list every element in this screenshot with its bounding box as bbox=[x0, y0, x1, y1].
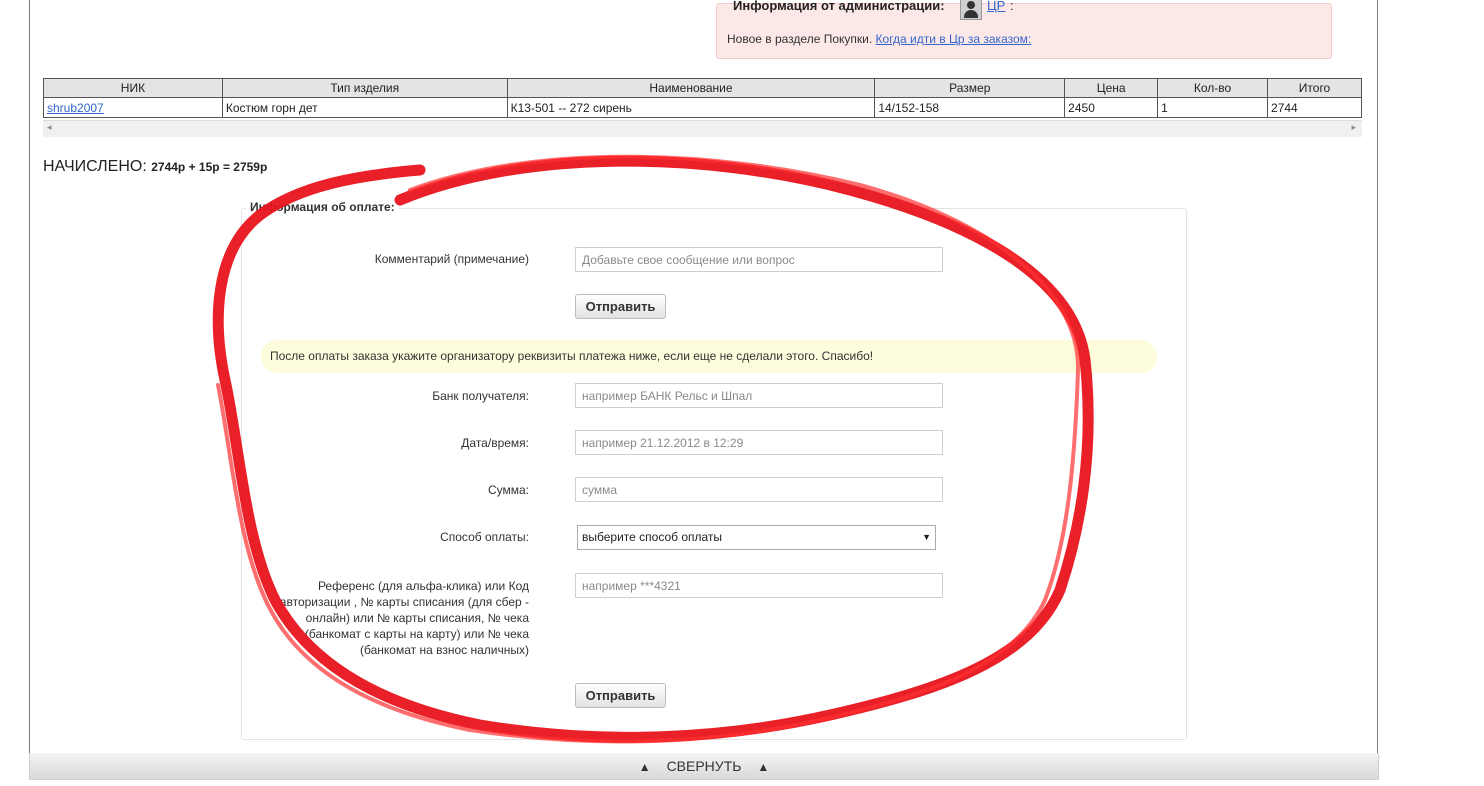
admin-link-cr[interactable]: ЦР bbox=[987, 0, 1005, 13]
date-label: Дата/время: bbox=[461, 436, 529, 450]
column-header-qty[interactable]: Кол-во bbox=[1157, 78, 1269, 98]
admin-text-plain: Новое в разделе Покупки. bbox=[727, 32, 873, 46]
column-header-type[interactable]: Тип изделия bbox=[221, 78, 508, 98]
cell-qty: 1 bbox=[1157, 97, 1269, 118]
send-payment-button[interactable]: Отправить bbox=[575, 683, 666, 708]
table-header-row: НИК Тип изделия Наименование Размер Цена… bbox=[43, 78, 1362, 98]
payment-method-select[interactable]: выберите способ оплаты ▼ bbox=[577, 525, 936, 550]
comment-label: Комментарий (примечание) bbox=[374, 252, 529, 266]
scroll-right-icon[interactable]: ▸ bbox=[1351, 122, 1356, 133]
date-input[interactable] bbox=[575, 430, 943, 455]
reference-input[interactable] bbox=[575, 573, 943, 598]
payment-legend: Информация об оплате: bbox=[246, 200, 399, 214]
bank-input[interactable] bbox=[575, 383, 943, 408]
payment-fieldset bbox=[241, 208, 1187, 740]
cell-total: 2744 bbox=[1267, 97, 1362, 118]
payment-method-value: выберите способ оплаты bbox=[582, 530, 723, 544]
bank-label: Банк получателя: bbox=[432, 389, 529, 403]
arrow-up-icon: ▲ bbox=[638, 760, 651, 774]
scroll-left-icon[interactable]: ◂ bbox=[47, 122, 52, 133]
method-label: Способ оплаты: bbox=[440, 530, 529, 544]
column-header-price[interactable]: Цена bbox=[1064, 78, 1159, 98]
admin-notice-text: Новое в разделе Покупки. Когда идти в Цр… bbox=[727, 32, 1031, 46]
admin-text-link[interactable]: Когда идти в Цр за заказом: bbox=[876, 32, 1032, 46]
chevron-down-icon: ▼ bbox=[922, 532, 931, 542]
table-row: shrub2007 Костюм горн дет К13-501 -- 272… bbox=[43, 97, 1362, 118]
cell-price: 2450 bbox=[1064, 97, 1159, 118]
admin-notice-title: Информация от администрации: bbox=[733, 0, 945, 13]
column-header-nick[interactable]: НИК bbox=[43, 78, 223, 98]
cell-size: 14/152-158 bbox=[874, 97, 1066, 118]
payment-notice: После оплаты заказа укажите организатору… bbox=[261, 340, 1157, 373]
arrow-up-icon: ▲ bbox=[757, 760, 770, 774]
total-label: НАЧИСЛЕНО: bbox=[43, 158, 147, 175]
admin-notice: Информация от администрации: ЦР : Новое … bbox=[716, 0, 1332, 59]
column-header-name[interactable]: Наименование bbox=[506, 78, 876, 98]
user-link[interactable]: shrub2007 bbox=[47, 101, 104, 115]
comment-input[interactable] bbox=[575, 247, 943, 272]
cell-name: К13-501 -- 272 сирень bbox=[506, 97, 876, 118]
collapse-bar[interactable]: ▲ СВЕРНУТЬ ▲ bbox=[29, 753, 1379, 780]
total-charged: НАЧИСЛЕНО: 2744р + 15р = 2759р bbox=[43, 158, 267, 176]
column-header-total[interactable]: Итого bbox=[1267, 78, 1362, 98]
sum-label: Сумма: bbox=[487, 483, 529, 497]
collapse-label: СВЕРНУТЬ bbox=[666, 758, 742, 774]
total-value: 2744р + 15р = 2759р bbox=[151, 160, 268, 174]
user-avatar-icon bbox=[960, 0, 982, 20]
reference-label: Референс (для альфа-клика) или Код автор… bbox=[279, 579, 529, 657]
cell-nick: shrub2007 bbox=[43, 97, 223, 118]
orders-table: НИК Тип изделия Наименование Размер Цена… bbox=[43, 78, 1362, 118]
horizontal-scrollbar[interactable]: ◂ ▸ bbox=[43, 120, 1362, 137]
send-comment-button[interactable]: Отправить bbox=[575, 294, 666, 319]
sum-input[interactable] bbox=[575, 477, 943, 502]
column-header-size[interactable]: Размер bbox=[874, 78, 1066, 98]
admin-colon: : bbox=[1010, 0, 1014, 13]
cell-type: Костюм горн дет bbox=[221, 97, 508, 118]
